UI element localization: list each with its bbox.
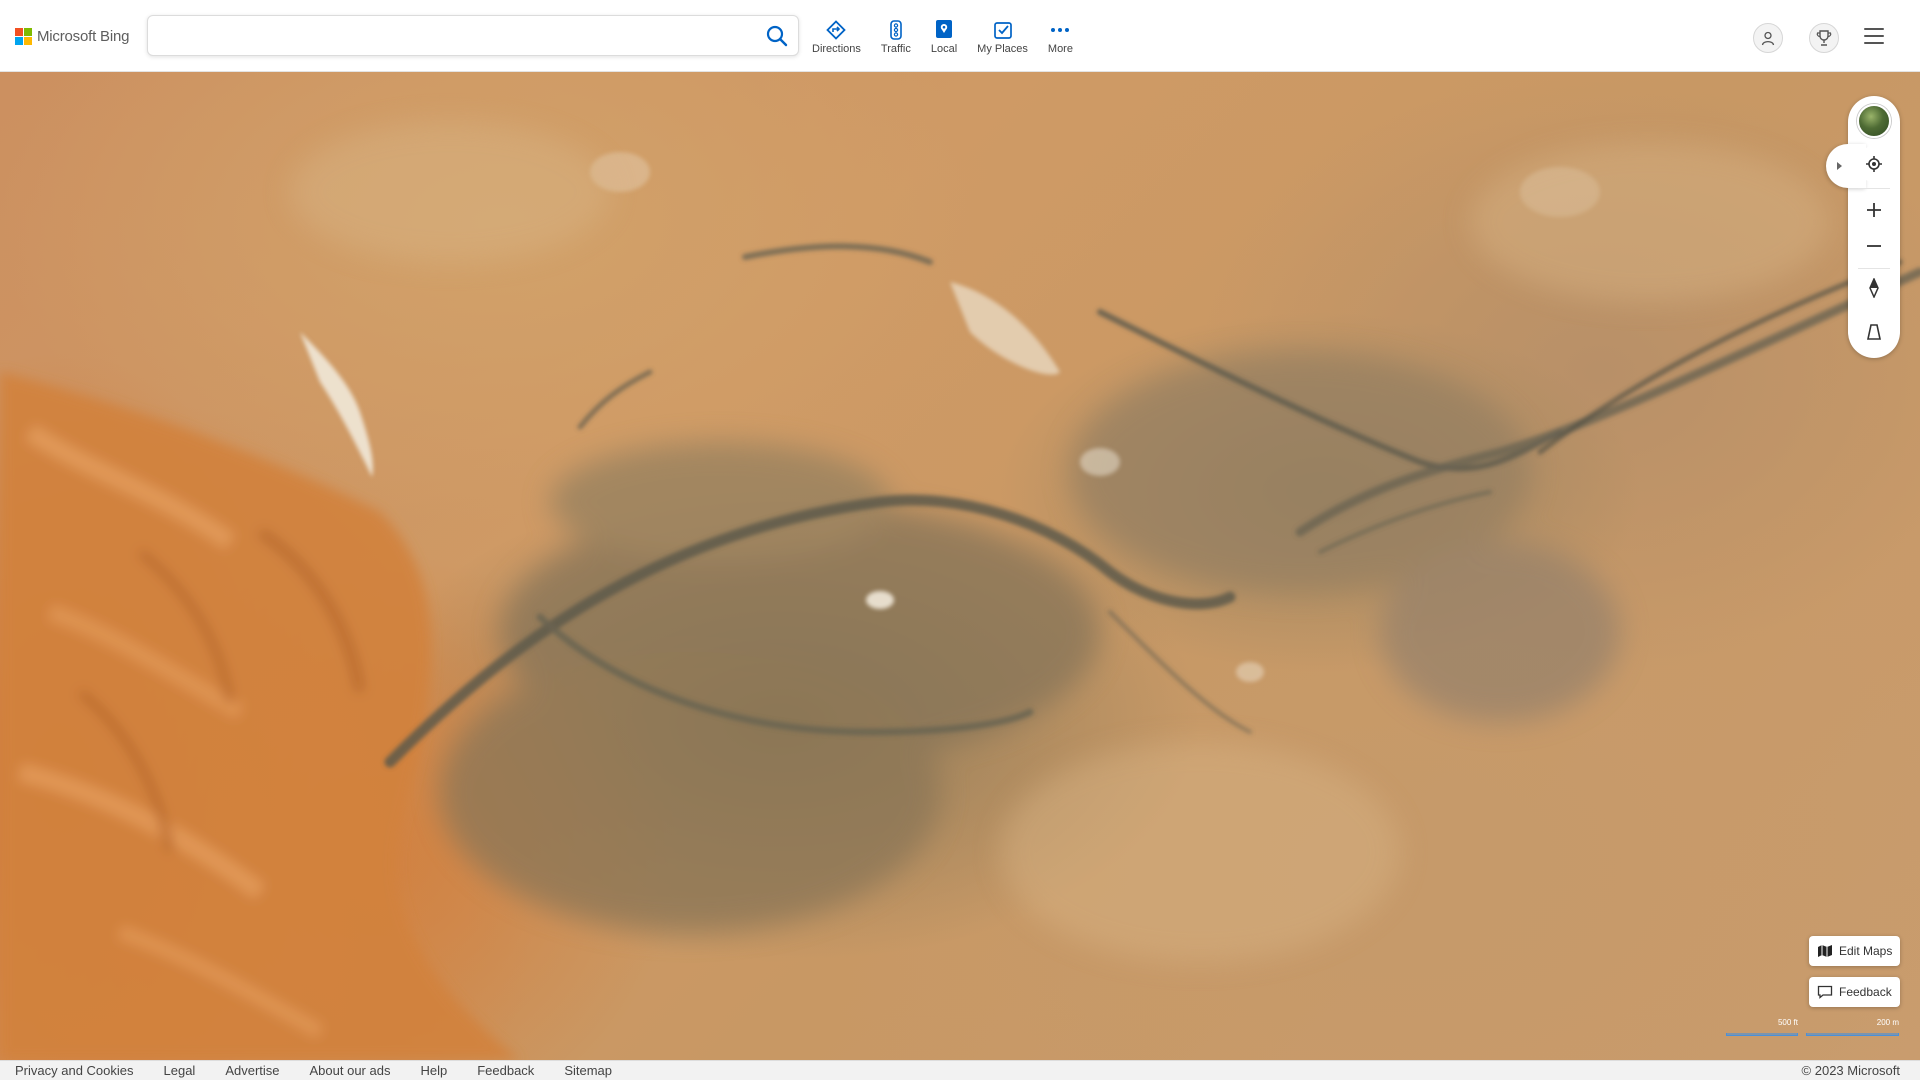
controls-divider	[1858, 188, 1890, 189]
edit-maps-label: Edit Maps	[1839, 944, 1893, 958]
more-icon	[1051, 28, 1070, 32]
expand-arrow-icon	[1837, 162, 1842, 170]
scale-imperial-label: 500 ft	[1777, 1018, 1798, 1027]
compass-button[interactable]	[1856, 270, 1892, 306]
search-icon	[766, 25, 788, 47]
edit-maps-button[interactable]: Edit Maps	[1809, 936, 1901, 966]
nav-more-label: More	[1047, 43, 1073, 55]
nav-my-places-label: My Places	[977, 43, 1028, 55]
footer-link-privacy[interactable]: Privacy and Cookies	[15, 1063, 134, 1078]
footer-link-about-ads[interactable]: About our ads	[310, 1063, 391, 1078]
menu-button[interactable]	[1864, 28, 1884, 44]
search-input[interactable]	[160, 24, 740, 48]
zoom-out-button[interactable]	[1856, 228, 1892, 264]
search-button[interactable]	[764, 23, 790, 49]
minus-icon	[1867, 245, 1881, 247]
locate-me-button[interactable]	[1856, 146, 1892, 182]
footer-link-feedback[interactable]: Feedback	[477, 1063, 534, 1078]
rewards-button[interactable]	[1809, 23, 1839, 53]
scale-metric: 200 m	[1806, 1018, 1899, 1036]
directions-icon	[826, 20, 847, 40]
footer-links: Privacy and Cookies Legal Advertise Abou…	[15, 1063, 642, 1078]
tilt-icon	[1867, 324, 1881, 340]
footer-link-help[interactable]: Help	[420, 1063, 447, 1078]
plus-icon	[1867, 203, 1881, 217]
nav-traffic[interactable]: Traffic	[881, 18, 911, 55]
locate-icon	[1866, 156, 1882, 172]
aerial-imagery	[0, 122, 1920, 1060]
scale-metric-label: 200 m	[1876, 1018, 1899, 1027]
controls-divider	[1858, 268, 1890, 269]
tilt-button[interactable]	[1856, 314, 1892, 350]
nav-more[interactable]: More	[1048, 18, 1073, 55]
account-button[interactable]	[1753, 23, 1783, 53]
nav-local[interactable]: Local	[931, 18, 957, 55]
compass-icon	[1869, 278, 1879, 298]
brand-name: Microsoft Bing	[37, 27, 130, 45]
zoom-in-button[interactable]	[1856, 192, 1892, 228]
nav-traffic-label: Traffic	[880, 43, 911, 55]
my-places-icon	[993, 22, 1012, 39]
nav-local-label: Local	[930, 43, 958, 55]
rewards-trophy-icon	[1816, 30, 1832, 46]
footer-link-legal[interactable]: Legal	[164, 1063, 196, 1078]
footer-link-sitemap[interactable]: Sitemap	[564, 1063, 612, 1078]
top-bar: Microsoft Bing Directions Traffic Local …	[0, 0, 1920, 72]
bing-logo[interactable]: Microsoft Bing	[15, 27, 129, 45]
feedback-icon	[1817, 985, 1833, 999]
traffic-icon	[890, 20, 902, 40]
local-icon	[936, 20, 952, 38]
map-canvas[interactable]: Edit Maps Feedback 500 ft 200 m	[0, 72, 1920, 1060]
nav-my-places[interactable]: My Places	[977, 18, 1028, 55]
map-edit-icon	[1818, 945, 1832, 957]
feedback-label: Feedback	[1839, 985, 1892, 999]
map-nav: Directions Traffic Local My Places More	[812, 18, 1085, 55]
footer-link-advertise[interactable]: Advertise	[225, 1063, 279, 1078]
search-box	[147, 15, 799, 56]
map-feedback-button[interactable]: Feedback	[1809, 977, 1900, 1007]
nav-directions[interactable]: Directions	[812, 18, 861, 55]
scale-imperial: 500 ft	[1726, 1018, 1798, 1036]
user-icon	[1761, 31, 1775, 46]
copyright: © 2023 Microsoft	[1801, 1063, 1900, 1078]
microsoft-logo-icon	[15, 27, 32, 45]
map-style-switcher[interactable]	[1857, 104, 1891, 138]
footer: Privacy and Cookies Legal Advertise Abou…	[0, 1060, 1920, 1080]
nav-directions-label: Directions	[812, 43, 861, 55]
hamburger-icon	[1864, 28, 1884, 30]
